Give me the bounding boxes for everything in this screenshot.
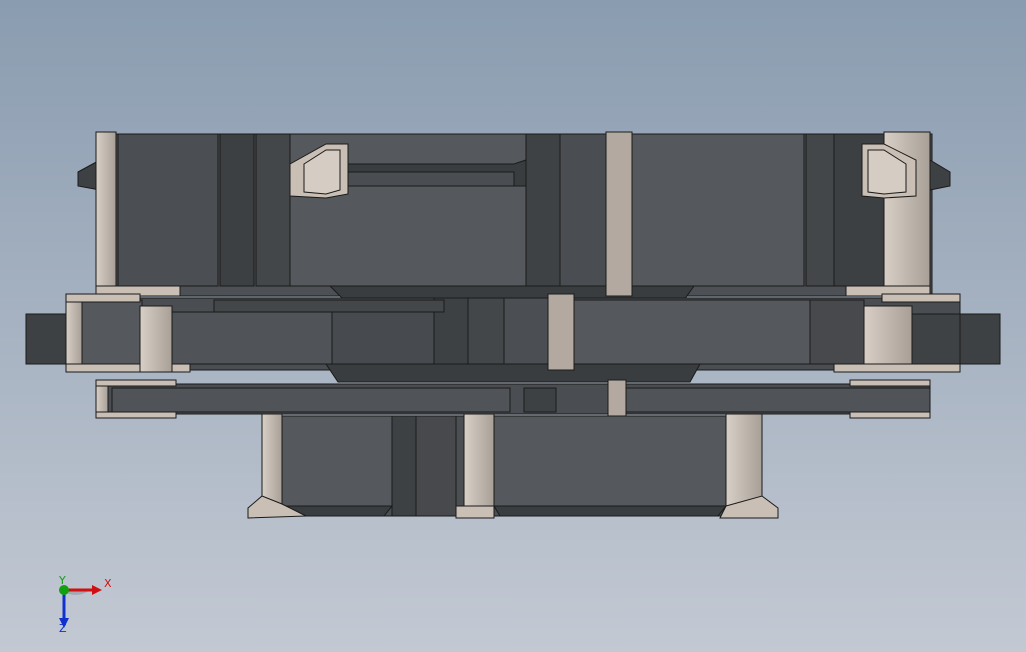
y-axis-label: Y [58, 574, 66, 587]
plate-inner [625, 387, 931, 413]
top-slot-inner [325, 171, 515, 187]
plate-right-clip-edge [849, 379, 931, 387]
cup-right-clip [725, 413, 763, 507]
z-axis-label: Z [59, 622, 67, 635]
mid-right-clip-top [881, 293, 961, 303]
top-panel [559, 133, 607, 287]
plate-inner [111, 387, 511, 413]
bottom-cup-layer[interactable] [247, 413, 779, 519]
mid-top-strip [213, 299, 445, 313]
mid-panel [331, 311, 435, 365]
plate-inner [523, 387, 557, 413]
top-left-clip [95, 131, 117, 295]
mid-center-clip [547, 293, 575, 371]
mid-left-clip [65, 293, 83, 373]
top-panel [255, 133, 291, 287]
top-panel [117, 133, 219, 287]
mid-left-stub [25, 313, 69, 365]
mid-left-latch [139, 305, 173, 373]
mid-right-latch [863, 305, 913, 373]
top-panel [219, 133, 255, 287]
x-axis-label: X [104, 577, 112, 590]
cup-left-clip [261, 413, 283, 507]
mid-panel [81, 299, 143, 365]
thin-plate-layer[interactable] [95, 379, 931, 419]
cup-panel [493, 415, 727, 507]
mid-right-stub [959, 313, 1001, 365]
plate-center-clip [607, 379, 627, 419]
mid-right-clip-bottom [833, 363, 961, 373]
plate-right-clip-edge [849, 411, 931, 419]
cup-center-foot [455, 505, 495, 519]
plate-left-clip-edge [95, 411, 177, 419]
cup-center-clip [463, 413, 495, 507]
cup-bottom-rim [493, 505, 728, 517]
cup-panel [281, 415, 393, 507]
graphics-viewport[interactable]: X Y Z [0, 0, 1026, 652]
mid-bottom-rim [325, 363, 701, 383]
plate-left-clip-edge [95, 379, 177, 387]
mid-panel [467, 297, 505, 365]
cup-panel [415, 415, 457, 517]
cup-panel [391, 415, 417, 517]
mid-panel [809, 299, 865, 365]
mid-panel [503, 297, 549, 365]
mid-panel [911, 313, 961, 365]
top-center-clip [605, 131, 633, 297]
top-frame-layer[interactable] [77, 131, 951, 301]
top-panel [805, 133, 835, 287]
viewport-canvas[interactable]: X Y Z [0, 0, 1026, 652]
mid-panel [171, 311, 333, 365]
top-panel [631, 133, 805, 287]
mid-left-clip-top [65, 293, 141, 303]
top-panel [525, 133, 561, 287]
mid-panel [573, 299, 811, 365]
middle-frame-layer[interactable] [25, 293, 1001, 383]
